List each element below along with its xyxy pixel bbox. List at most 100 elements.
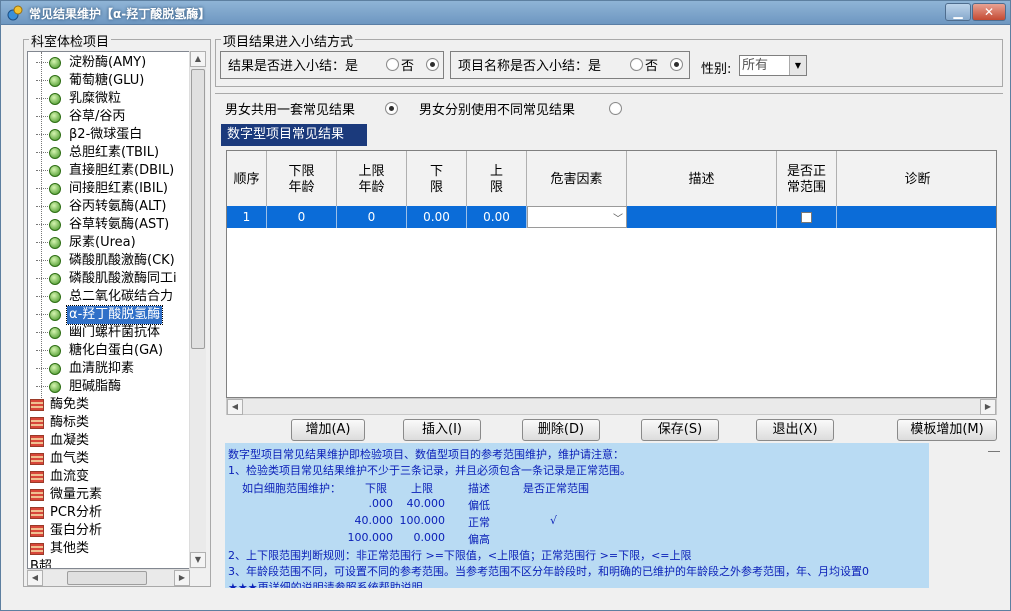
cell-low-age[interactable]: 0 bbox=[267, 206, 337, 228]
tree-item-label: 间接胆红素(IBIL) bbox=[69, 181, 168, 196]
col-header-high[interactable]: 上限 bbox=[467, 151, 527, 209]
cell-desc[interactable] bbox=[627, 206, 777, 228]
tree-connector bbox=[36, 62, 48, 63]
note-line-3: 2、上下限范围判断规则：非正常范围行 >=下限值，<上限值；正常范围行 >=下限… bbox=[228, 549, 692, 562]
col-header-high-age[interactable]: 上限年龄 bbox=[337, 151, 407, 209]
col-header-low[interactable]: 下限 bbox=[407, 151, 467, 209]
template-add-button[interactable]: 模板增加(M) bbox=[897, 419, 997, 441]
insert-button[interactable]: 插入(I) bbox=[403, 419, 481, 441]
tree-item[interactable]: 葡萄糖(GLU) bbox=[28, 72, 189, 90]
tree-folder[interactable]: 血凝类 bbox=[28, 432, 189, 450]
tree-item-label: 淀粉酶(AMY) bbox=[69, 55, 147, 70]
tree-connector bbox=[36, 368, 48, 369]
tree-item[interactable]: 谷草/谷丙 bbox=[28, 108, 189, 126]
minimize-button[interactable]: ▁ bbox=[945, 3, 971, 21]
close-button[interactable]: ✕ bbox=[972, 3, 1006, 21]
cell-low[interactable]: 0.00 bbox=[407, 206, 467, 228]
exit-button[interactable]: 退出(X) bbox=[756, 419, 834, 441]
note-line-5: ★★★更详细的说明请参照系统帮助说明 bbox=[228, 581, 423, 588]
name-summary-yes-radio[interactable] bbox=[630, 58, 643, 71]
cell-risk-dropdown[interactable]: ﹀ bbox=[527, 206, 627, 228]
scroll-down-icon[interactable]: ▼ bbox=[190, 552, 206, 568]
tree-folder[interactable]: 血流变 bbox=[28, 468, 189, 486]
scroll-left-icon[interactable]: ◀ bbox=[227, 399, 243, 415]
item-ball-icon bbox=[49, 93, 61, 105]
save-button[interactable]: 保存(S) bbox=[641, 419, 719, 441]
tree-folder[interactable]: 酶免类 bbox=[28, 396, 189, 414]
col-header-desc[interactable]: 描述 bbox=[627, 151, 777, 209]
gender-select[interactable]: 所有 ▼ bbox=[739, 55, 807, 76]
cell-seq[interactable]: 1 bbox=[227, 206, 267, 228]
tree-item[interactable]: 淀粉酶(AMY) bbox=[28, 54, 189, 72]
tree-item[interactable]: 总胆红素(TBIL) bbox=[28, 144, 189, 162]
result-summary-no-radio[interactable] bbox=[426, 58, 439, 71]
result-summary-yes-radio[interactable] bbox=[386, 58, 399, 71]
scroll-left-icon[interactable]: ◀ bbox=[27, 570, 43, 586]
tree-folder[interactable]: B超 bbox=[28, 558, 189, 568]
chevron-down-icon[interactable]: ▼ bbox=[789, 56, 806, 75]
scroll-up-icon[interactable]: ▲ bbox=[190, 51, 206, 67]
tree-vertical-scrollbar[interactable]: ▲ ▼ bbox=[189, 51, 206, 569]
tree-item-label: 谷草/谷丙 bbox=[69, 109, 126, 124]
tree-item[interactable]: 尿素(Urea) bbox=[28, 234, 189, 252]
tree-item-label: 酶标类 bbox=[50, 415, 90, 430]
normal-range-checkbox[interactable] bbox=[801, 211, 812, 223]
tree-item[interactable]: 糖化白蛋白(GA) bbox=[28, 342, 189, 360]
tree-item-label: PCR分析 bbox=[50, 505, 102, 520]
tree-item[interactable]: 谷草转氨酶(AST) bbox=[28, 216, 189, 234]
name-summary-no-radio[interactable] bbox=[670, 58, 683, 71]
tree-connector bbox=[36, 134, 48, 135]
delete-button[interactable]: 删除(D) bbox=[522, 419, 600, 441]
item-ball-icon bbox=[49, 165, 61, 177]
tree-item-label: 葡萄糖(GLU) bbox=[69, 73, 145, 88]
tree-item[interactable]: 磷酸肌酸激酶(CK) bbox=[28, 252, 189, 270]
tree-item[interactable]: 直接胆红素(DBIL) bbox=[28, 162, 189, 180]
tree-item-label: 血清胱抑素 bbox=[69, 361, 135, 376]
col-header-seq[interactable]: 顺序 bbox=[227, 151, 267, 209]
tree-item[interactable]: 胆碱脂酶 bbox=[28, 378, 189, 396]
tree-item[interactable]: 乳糜微粒 bbox=[28, 90, 189, 108]
cell-high-age[interactable]: 0 bbox=[337, 206, 407, 228]
cell-normal[interactable] bbox=[777, 206, 837, 228]
tree-folder[interactable]: PCR分析 bbox=[28, 504, 189, 522]
col-header-diag[interactable]: 诊断 bbox=[837, 151, 996, 209]
cell-diag[interactable] bbox=[837, 206, 996, 228]
project-tree[interactable]: 淀粉酶(AMY) 葡萄糖(GLU) 乳糜微粒 谷草/谷丙 β2-微球蛋白 总胆红素(TBI… bbox=[27, 51, 190, 569]
tree-item[interactable]: 间接胆红素(IBIL) bbox=[28, 180, 189, 198]
shared-mode-radio[interactable] bbox=[385, 102, 398, 115]
tree-connector bbox=[36, 224, 48, 225]
grid-horizontal-scrollbar[interactable]: ◀ ▶ bbox=[226, 398, 997, 415]
tree-item[interactable]: β2-微球蛋白 bbox=[28, 126, 189, 144]
col-header-low-age[interactable]: 下限年龄 bbox=[267, 151, 337, 209]
tree-item[interactable]: 总二氧化碳结合力 bbox=[28, 288, 189, 306]
tree-connector bbox=[36, 350, 48, 351]
hscroll-thumb[interactable] bbox=[67, 571, 147, 585]
tree-item[interactable]: 谷丙转氨酶(ALT) bbox=[28, 198, 189, 216]
tree-connector bbox=[36, 260, 48, 261]
tree-item[interactable]: 磷酸肌酸激酶同工i bbox=[28, 270, 189, 288]
col-header-normal[interactable]: 是否正常范围 bbox=[777, 151, 837, 209]
tree-folder[interactable]: 微量元素 bbox=[28, 486, 189, 504]
tree-item[interactable]: 幽门螺杆菌抗体 bbox=[28, 324, 189, 342]
tree-folder[interactable]: 其他类 bbox=[28, 540, 189, 558]
tree-item-label: 幽门螺杆菌抗体 bbox=[69, 325, 161, 340]
separate-mode-radio[interactable] bbox=[609, 102, 622, 115]
scroll-right-icon[interactable]: ▶ bbox=[980, 399, 996, 415]
tree-item[interactable]: α-羟丁酸脱氢酶 bbox=[28, 305, 189, 325]
results-grid[interactable]: 顺序 下限年龄 上限年龄 下限 上限 危害因素 描述 是否正常范围 诊断 1 0… bbox=[226, 150, 997, 398]
section-title: 数字型项目常见结果 bbox=[221, 124, 367, 146]
chevron-down-icon[interactable]: ﹀ bbox=[613, 210, 626, 225]
cell-high[interactable]: 0.00 bbox=[467, 206, 527, 228]
tree-folder[interactable]: 血气类 bbox=[28, 450, 189, 468]
tree-item[interactable]: 血清胱抑素 bbox=[28, 360, 189, 378]
add-button[interactable]: 增加(A) bbox=[291, 419, 365, 441]
scroll-right-icon[interactable]: ▶ bbox=[174, 570, 190, 586]
tree-connector bbox=[36, 188, 48, 189]
tree-connector bbox=[36, 332, 48, 333]
tree-folder[interactable]: 酶标类 bbox=[28, 414, 189, 432]
item-ball-icon bbox=[49, 309, 61, 321]
col-header-risk[interactable]: 危害因素 bbox=[527, 151, 627, 209]
tree-folder[interactable]: 蛋白分析 bbox=[28, 522, 189, 540]
scroll-thumb[interactable] bbox=[191, 69, 205, 349]
tree-horizontal-scrollbar[interactable]: ◀ ▶ bbox=[27, 569, 190, 586]
